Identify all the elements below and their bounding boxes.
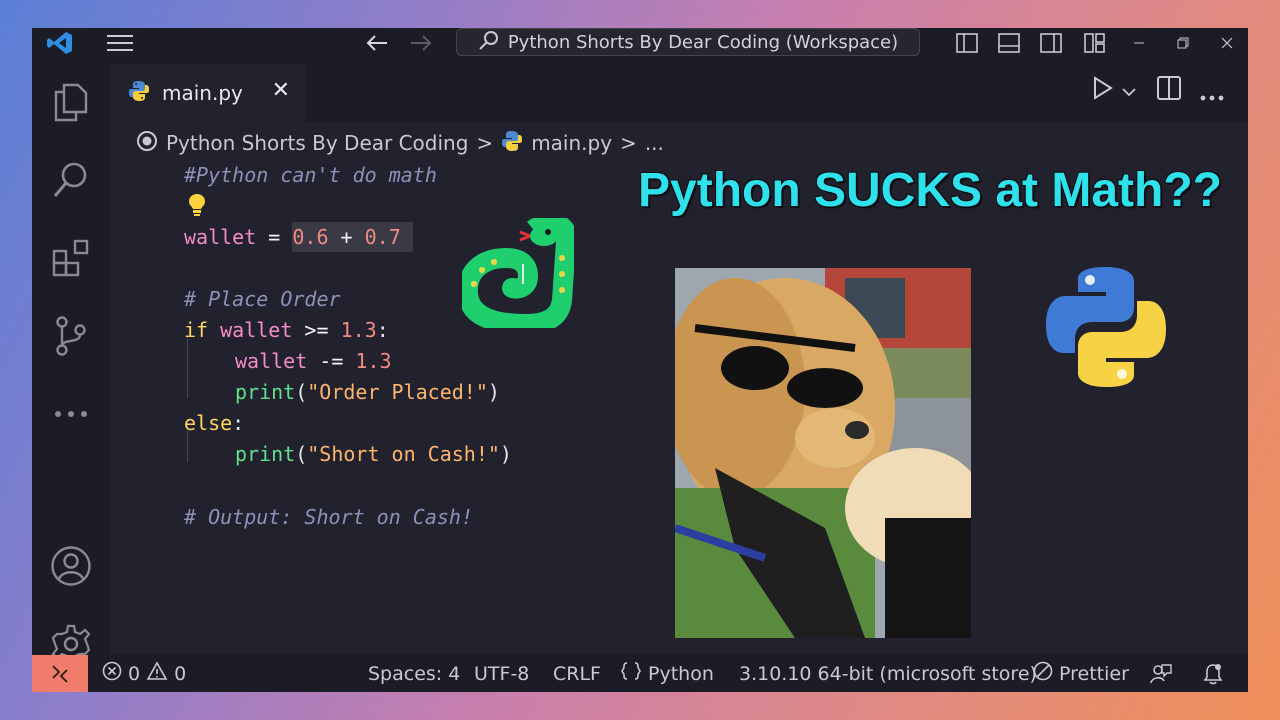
warning-count: 0: [174, 662, 187, 685]
code-line-12: # Output: Short on Cash!: [184, 505, 473, 529]
extensions-icon[interactable]: [49, 236, 93, 280]
editor-tab-bar: main.py ✕: [110, 58, 1248, 122]
toggle-panel-icon[interactable]: [996, 28, 1022, 58]
encoding-status[interactable]: UTF-8: [474, 655, 529, 692]
remote-indicator[interactable]: [32, 655, 88, 692]
dog-with-sunglasses-photo: [675, 268, 971, 638]
code-line-3: wallet = 0.6 + 0.7: [184, 222, 413, 252]
close-tab-icon[interactable]: ✕: [272, 78, 290, 103]
minimize-icon[interactable]: [1128, 28, 1150, 58]
feedback-icon[interactable]: [1150, 655, 1172, 692]
prettier-status[interactable]: Prettier: [1033, 655, 1129, 692]
run-python-icon[interactable]: [1092, 76, 1114, 104]
breadcrumb-file[interactable]: main.py: [531, 131, 612, 155]
search-text: Python Shorts By Dear Coding (Workspace): [507, 31, 899, 53]
error-icon: [102, 661, 122, 686]
menu-icon[interactable]: [104, 28, 136, 58]
more-views-icon[interactable]: [49, 392, 93, 436]
accounts-icon[interactable]: [49, 544, 93, 588]
snake-emoji-icon: [457, 214, 577, 335]
toggle-secondary-sidebar-icon[interactable]: [1038, 28, 1064, 58]
breadcrumb-separator: >: [620, 131, 637, 155]
customize-layout-icon[interactable]: [1082, 28, 1108, 58]
vscode-logo-icon: [44, 28, 76, 58]
split-editor-icon[interactable]: [1157, 76, 1181, 104]
close-window-icon[interactable]: [1216, 28, 1238, 58]
python-logo-icon: [1044, 265, 1168, 393]
python-file-icon: [128, 80, 150, 107]
toggle-primary-sidebar-icon[interactable]: [954, 28, 980, 58]
problems-indicator[interactable]: 0 0: [102, 655, 186, 692]
code-line-5: # Place Order: [184, 287, 341, 311]
restore-icon[interactable]: [1172, 28, 1194, 58]
workspace-folder-icon: [136, 130, 158, 157]
chevron-down-icon[interactable]: [1122, 82, 1136, 101]
code-line-7: wallet -= 1.3: [235, 349, 392, 373]
code-line-10: print("Short on Cash!"): [235, 442, 512, 466]
indent-guide: [187, 336, 188, 398]
interpreter-status[interactable]: 3.10.10 64-bit (microsoft store): [739, 655, 1037, 692]
eol-status[interactable]: CRLF: [553, 655, 601, 692]
activity-bar: [32, 58, 110, 664]
source-control-icon[interactable]: [49, 314, 93, 358]
code-line-8: print("Order Placed!"): [235, 380, 500, 404]
indentation-status[interactable]: Spaces: 4: [368, 655, 460, 692]
vscode-window: Python Shorts By Dear Coding (Workspace): [32, 28, 1248, 692]
back-arrow-icon[interactable]: [362, 28, 392, 58]
code-line-6: if wallet >= 1.3:: [184, 318, 389, 342]
error-count: 0: [128, 662, 141, 685]
command-center-search[interactable]: Python Shorts By Dear Coding (Workspace): [456, 28, 920, 56]
language-label: Python: [648, 662, 714, 685]
braces-icon: [620, 661, 642, 686]
breadcrumb-more[interactable]: ...: [645, 131, 664, 155]
prettier-icon: [1033, 661, 1053, 686]
explorer-icon[interactable]: [49, 80, 93, 124]
search-icon: [478, 29, 500, 56]
more-actions-icon[interactable]: [1200, 86, 1224, 105]
code-line-9: else:: [184, 411, 245, 435]
tab-main-py[interactable]: main.py ✕: [110, 64, 306, 122]
title-bar: Python Shorts By Dear Coding (Workspace): [32, 28, 1248, 58]
status-bar: 0 0 Spaces: 4 UTF-8 CRLF Python 3.10.10 …: [32, 655, 1248, 692]
breadcrumb-separator: >: [476, 131, 494, 155]
python-file-icon: [501, 130, 523, 157]
thumbnail-headline: Python SUCKS at Math??: [638, 164, 1222, 217]
search-icon[interactable]: [49, 158, 93, 202]
tab-label: main.py: [162, 81, 243, 105]
breadcrumb: Python Shorts By Dear Coding > main.py >…: [136, 128, 664, 158]
breadcrumb-workspace[interactable]: Python Shorts By Dear Coding: [166, 131, 468, 155]
forward-arrow-icon[interactable]: [406, 28, 436, 58]
warning-icon: [146, 661, 168, 686]
prettier-label: Prettier: [1059, 662, 1129, 685]
lightbulb-icon[interactable]: [188, 190, 206, 220]
code-line-1: #Python can't do math: [184, 163, 437, 187]
language-mode-status[interactable]: Python: [620, 655, 714, 692]
notifications-bell-icon[interactable]: [1202, 655, 1224, 692]
